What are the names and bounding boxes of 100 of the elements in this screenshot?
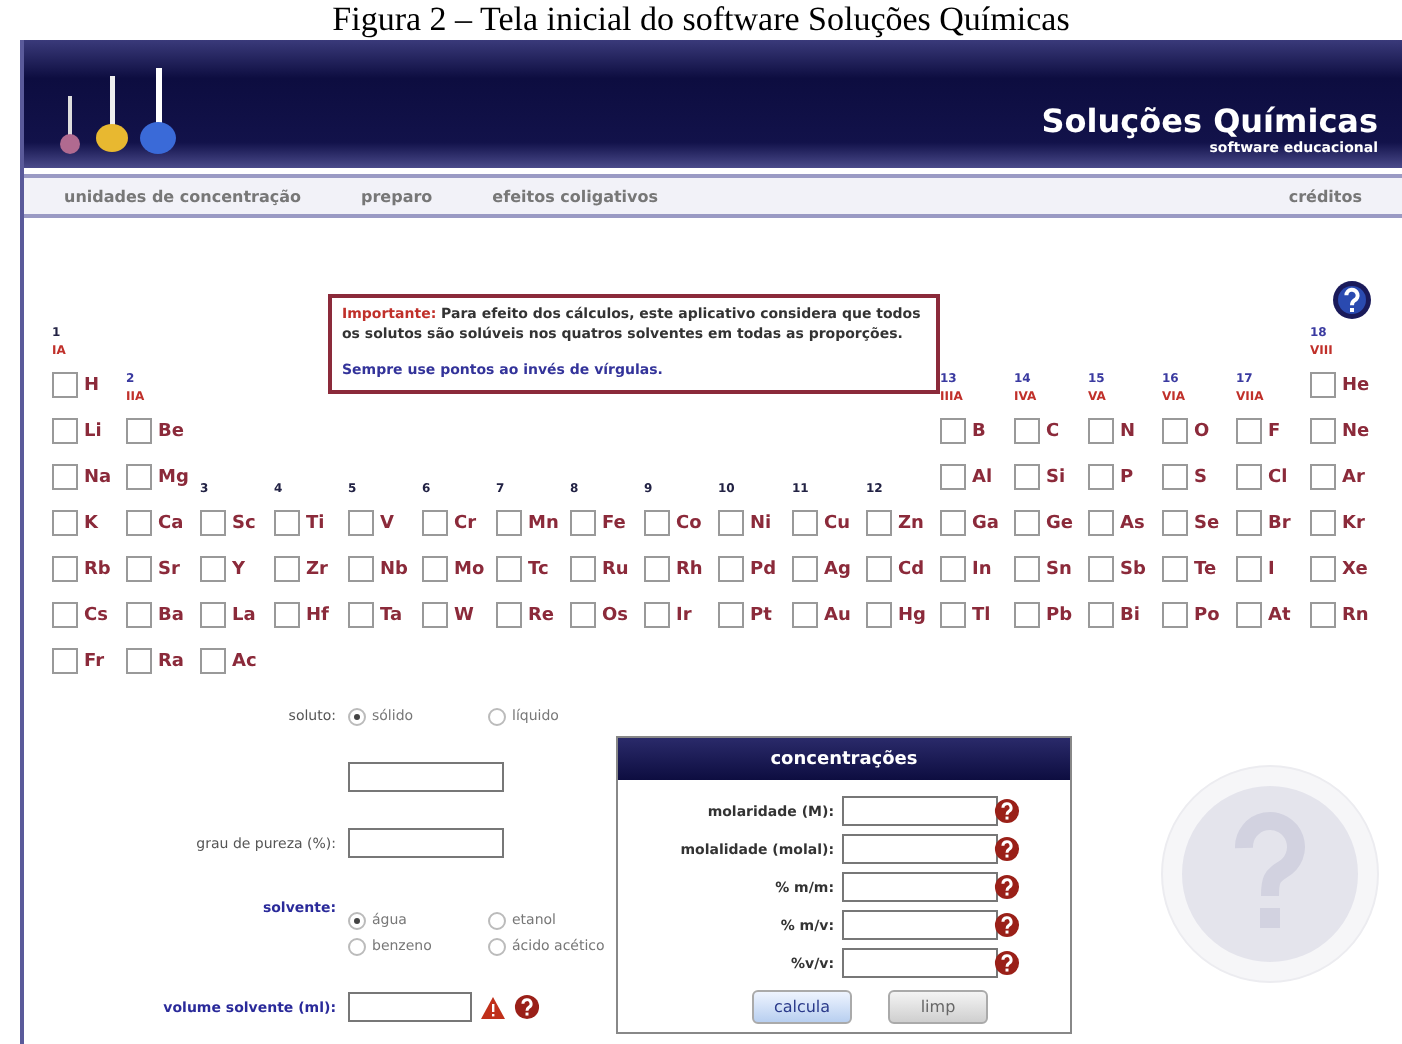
element-checkbox[interactable] — [126, 464, 152, 490]
element-checkbox[interactable] — [348, 556, 374, 582]
element-checkbox[interactable] — [1014, 510, 1040, 536]
element-checkbox[interactable] — [200, 648, 226, 674]
element-checkbox[interactable] — [570, 510, 596, 536]
element-checkbox[interactable] — [718, 510, 744, 536]
element-checkbox[interactable] — [792, 510, 818, 536]
element-checkbox[interactable] — [1310, 556, 1336, 582]
element-checkbox[interactable] — [496, 510, 522, 536]
element-checkbox[interactable] — [1236, 510, 1262, 536]
element-checkbox[interactable] — [1088, 602, 1114, 628]
element-checkbox[interactable] — [1236, 464, 1262, 490]
element-checkbox[interactable] — [1236, 418, 1262, 444]
element-symbol: K — [84, 513, 98, 533]
element-checkbox[interactable] — [1162, 510, 1188, 536]
element-checkbox[interactable] — [200, 556, 226, 582]
element-checkbox[interactable] — [52, 372, 78, 398]
element-checkbox[interactable] — [52, 648, 78, 674]
element-checkbox[interactable] — [496, 602, 522, 628]
element-checkbox[interactable] — [1014, 556, 1040, 582]
element-checkbox[interactable] — [1014, 602, 1040, 628]
element-checkbox[interactable] — [1088, 510, 1114, 536]
element-checkbox[interactable] — [940, 510, 966, 536]
element-checkbox[interactable] — [866, 602, 892, 628]
element-checkbox[interactable] — [940, 556, 966, 582]
volume-field[interactable] — [348, 992, 472, 1023]
nav-link[interactable]: preparo — [361, 187, 433, 205]
element-checkbox[interactable] — [866, 556, 892, 582]
element-checkbox[interactable] — [1014, 418, 1040, 444]
help-icon[interactable] — [1332, 280, 1372, 320]
nav-link[interactable]: efeitos coligativos — [492, 187, 658, 205]
element-checkbox[interactable] — [126, 418, 152, 444]
help-icon[interactable] — [994, 912, 1020, 938]
concentration-field[interactable] — [842, 910, 998, 940]
element-checkbox[interactable] — [1088, 556, 1114, 582]
help-icon[interactable] — [514, 994, 540, 1021]
element-checkbox[interactable] — [718, 556, 744, 582]
element-checkbox[interactable] — [52, 602, 78, 628]
element-symbol: Mg — [158, 467, 189, 487]
concentration-field[interactable] — [842, 834, 998, 864]
element-checkbox[interactable] — [644, 556, 670, 582]
credits-link[interactable]: créditos — [1288, 187, 1362, 205]
clear-button[interactable]: limp — [888, 990, 988, 1024]
element-checkbox[interactable] — [52, 556, 78, 582]
element-checkbox[interactable] — [644, 602, 670, 628]
element-checkbox[interactable] — [274, 556, 300, 582]
element-checkbox[interactable] — [126, 556, 152, 582]
element-checkbox[interactable] — [570, 602, 596, 628]
element-checkbox[interactable] — [126, 510, 152, 536]
help-icon[interactable] — [994, 798, 1020, 824]
element-checkbox[interactable] — [422, 556, 448, 582]
nav-link[interactable]: unidades de concentração — [64, 187, 301, 205]
element-checkbox[interactable] — [1088, 418, 1114, 444]
element-checkbox[interactable] — [126, 648, 152, 674]
element-checkbox[interactable] — [940, 602, 966, 628]
element-checkbox[interactable] — [1310, 418, 1336, 444]
element-checkbox[interactable] — [1310, 372, 1336, 398]
element-checkbox[interactable] — [1236, 556, 1262, 582]
element-checkbox[interactable] — [422, 510, 448, 536]
element-checkbox[interactable] — [792, 602, 818, 628]
element-checkbox[interactable] — [422, 602, 448, 628]
element-checkbox[interactable] — [1310, 510, 1336, 536]
element-checkbox[interactable] — [274, 510, 300, 536]
element-checkbox[interactable] — [570, 556, 596, 582]
calculate-button[interactable]: calcula — [752, 990, 852, 1024]
element-checkbox[interactable] — [866, 510, 892, 536]
element-checkbox[interactable] — [496, 556, 522, 582]
element-checkbox[interactable] — [200, 602, 226, 628]
element-symbol: Ac — [232, 651, 257, 671]
element-checkbox[interactable] — [126, 602, 152, 628]
element-checkbox[interactable] — [52, 510, 78, 536]
element-checkbox[interactable] — [1014, 464, 1040, 490]
solute-amount-field[interactable] — [348, 762, 504, 793]
element-checkbox[interactable] — [348, 510, 374, 536]
element-checkbox[interactable] — [1236, 602, 1262, 628]
help-icon[interactable] — [994, 950, 1020, 976]
element-checkbox[interactable] — [792, 556, 818, 582]
concentration-field[interactable] — [842, 948, 998, 978]
help-icon[interactable] — [994, 836, 1020, 862]
element-checkbox[interactable] — [200, 510, 226, 536]
element-checkbox[interactable] — [348, 602, 374, 628]
concentration-field[interactable] — [842, 796, 998, 826]
element-checkbox[interactable] — [1310, 602, 1336, 628]
element-checkbox[interactable] — [1162, 556, 1188, 582]
element-checkbox[interactable] — [52, 464, 78, 490]
element-checkbox[interactable] — [940, 464, 966, 490]
element-symbol: Sr — [158, 559, 180, 579]
concentration-field[interactable] — [842, 872, 998, 902]
element-checkbox[interactable] — [1162, 602, 1188, 628]
help-icon[interactable] — [994, 874, 1020, 900]
element-checkbox[interactable] — [274, 602, 300, 628]
element-checkbox[interactable] — [52, 418, 78, 444]
element-checkbox[interactable] — [940, 418, 966, 444]
element-checkbox[interactable] — [1162, 464, 1188, 490]
element-checkbox[interactable] — [1162, 418, 1188, 444]
element-checkbox[interactable] — [1310, 464, 1336, 490]
element-checkbox[interactable] — [718, 602, 744, 628]
element-checkbox[interactable] — [1088, 464, 1114, 490]
purity-field[interactable] — [348, 828, 504, 859]
element-checkbox[interactable] — [644, 510, 670, 536]
